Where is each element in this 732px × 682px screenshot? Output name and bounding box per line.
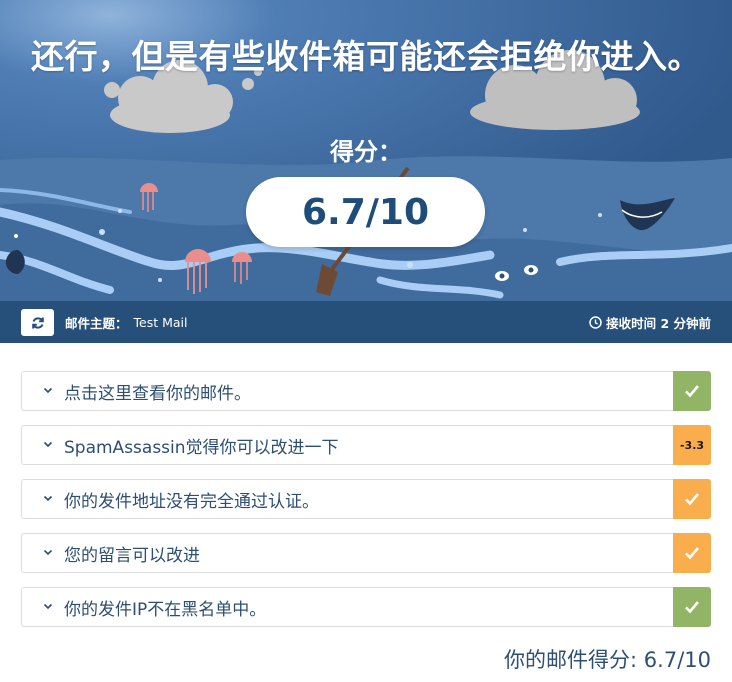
message-info-bar: 邮件主题： Test Mail 接收时间 2 分钟前 [0,301,732,343]
warning-badge [673,479,711,519]
received-text: 接收时间 2 分钟前 [606,315,711,331]
chevron-down-icon [43,387,53,394]
warning-badge [673,533,711,573]
chevron-down-icon [43,603,53,610]
check-list: 点击这里查看你的邮件。 SpamAssassin觉得你可以改进一下 -3.3 你… [21,371,711,641]
chevron-down-icon [43,495,53,502]
hero-banner: 还行，但是有些收件箱可能还会拒绝你进入。 得分： 6.7/10 [0,0,732,302]
chevron-down-icon [43,441,53,448]
check-label: SpamAssassin觉得你可以改进一下 [64,437,339,458]
message-subject: 邮件主题： Test Mail [65,301,188,343]
total-score: 你的邮件得分: 6.7/10 [504,648,711,672]
subject-value: Test Mail [133,314,188,330]
check-item-blacklist[interactable]: 你的发件IP不在黑名单中。 [21,587,711,627]
subject-label: 邮件主题： [65,315,128,331]
pass-badge [673,371,711,411]
check-label: 点击这里查看你的邮件。 [64,383,251,404]
score-label: 得分： [330,138,402,166]
check-item-message-content[interactable]: 您的留言可以改进 [21,533,711,573]
check-label: 你的发件地址没有完全通过认证。 [64,491,319,512]
chevron-down-icon [43,549,53,556]
check-item-view-email[interactable]: 点击这里查看你的邮件。 [21,371,711,411]
clock-icon [589,315,602,329]
spam-score-badge: -3.3 [673,425,711,465]
spam-score-value: -3.3 [679,438,705,452]
checkmark-icon [685,601,699,614]
pass-badge [673,587,711,627]
check-item-spamassassin[interactable]: SpamAssassin觉得你可以改进一下 -3.3 [21,425,711,465]
checkmark-icon [685,385,699,398]
score-badge: 6.7/10 [246,177,485,247]
check-label: 你的发件IP不在黑名单中。 [64,599,267,620]
checkmark-icon [685,493,699,506]
check-item-authentication[interactable]: 你的发件地址没有完全通过认证。 [21,479,711,519]
refresh-button[interactable] [21,309,54,336]
verdict-headline: 还行，但是有些收件箱可能还会拒绝你进入。 [31,37,701,76]
score-value: 6.7/10 [301,191,430,233]
refresh-icon [31,316,44,329]
check-label: 您的留言可以改进 [64,545,200,566]
received-time: 接收时间 2 分钟前 [589,301,711,343]
checkmark-icon [685,547,699,560]
